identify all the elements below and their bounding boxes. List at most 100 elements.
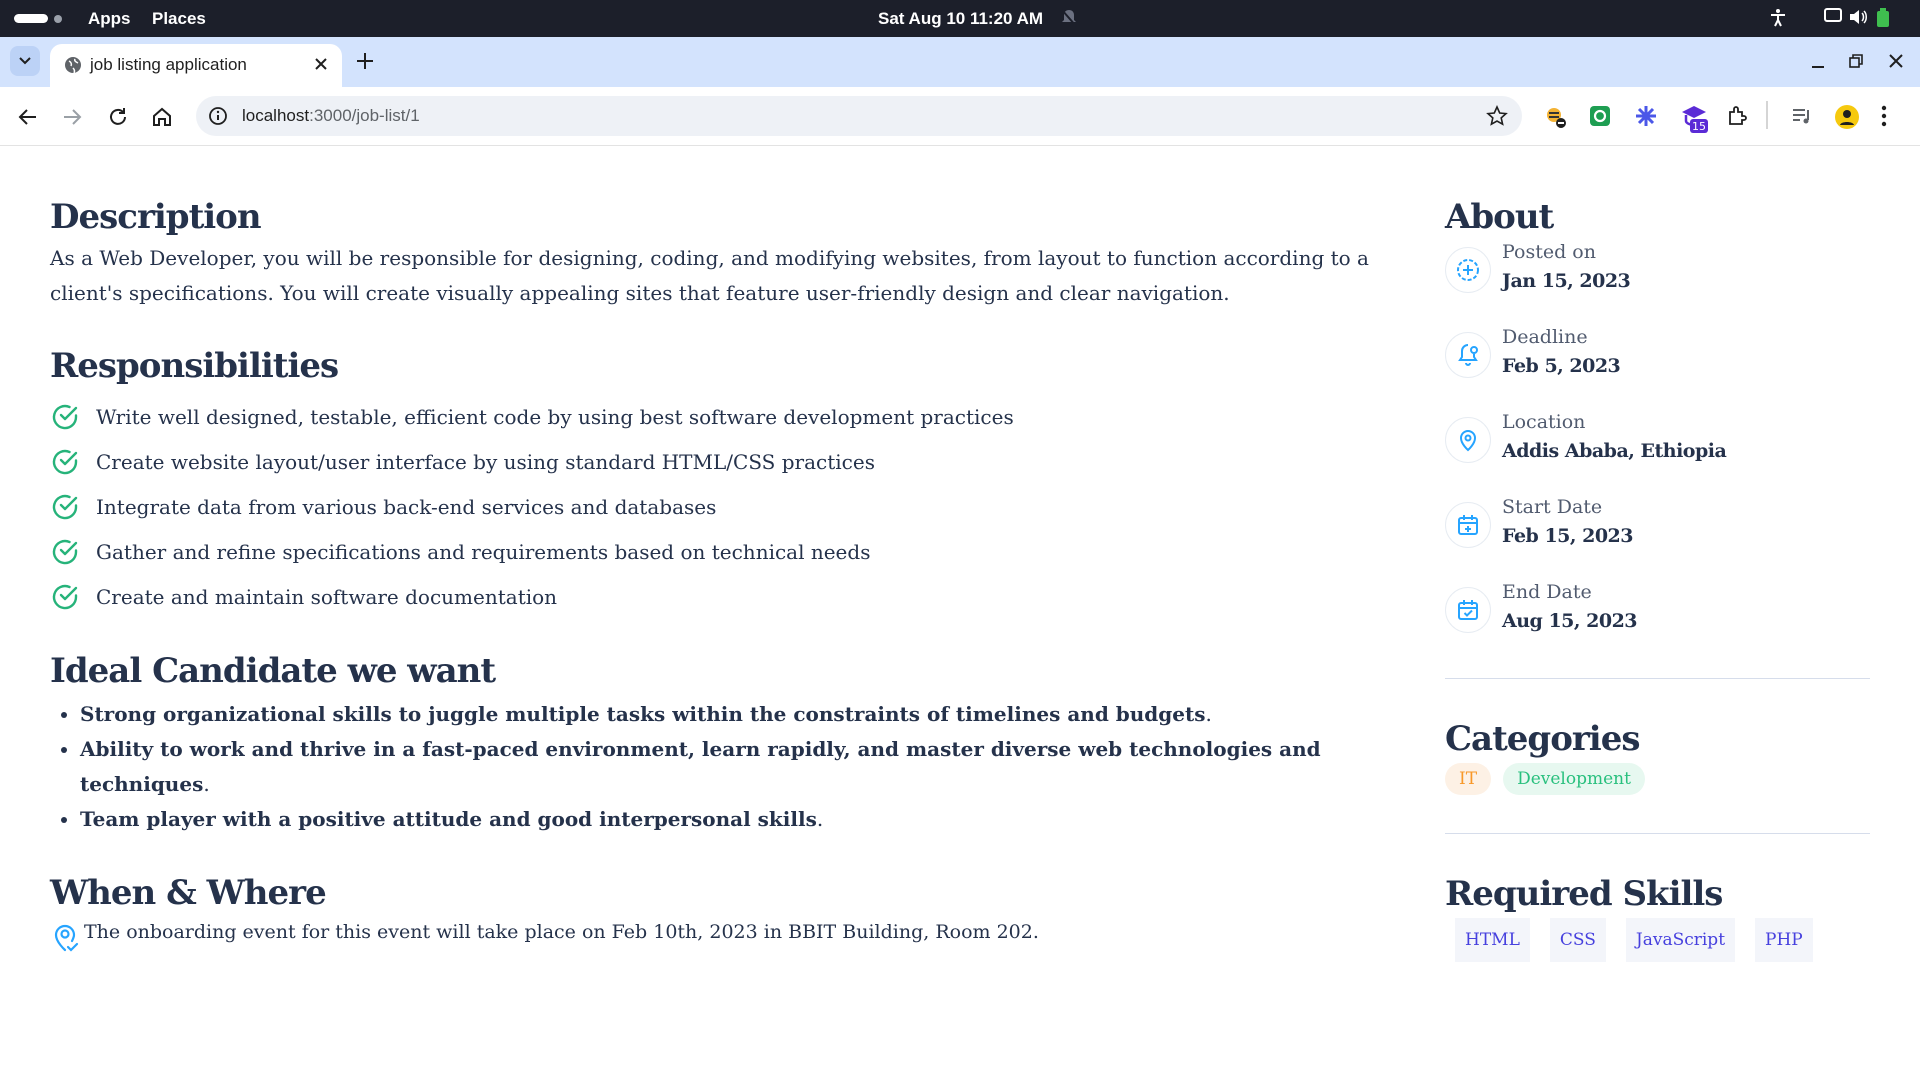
description-text: As a Web Developer, you will be responsi… (50, 246, 1369, 305)
site-info-icon[interactable] (208, 106, 228, 130)
check-circle-icon (52, 494, 78, 519)
job-main-column: Description As a Web Developer, you will… (50, 195, 1370, 953)
toolbar-divider (1766, 101, 1768, 133)
ideal-candidate-item: Strong organizational skills to juggle m… (80, 697, 1370, 732)
apps-menu[interactable]: Apps (88, 9, 131, 29)
about-value: Feb 5, 2023 (1502, 355, 1621, 377)
bookmark-star-icon[interactable] (1486, 105, 1508, 131)
about-item-start-date: Start Date Feb 15, 2023 (1445, 496, 1870, 581)
about-label: End Date (1502, 581, 1592, 603)
ideal-candidate-item: Ability to work and thrive in a fast-pac… (80, 732, 1370, 802)
ideal-candidate-item: Team player with a positive attitude and… (80, 802, 1370, 837)
responsibility-text: Create and maintain software documentati… (96, 584, 558, 609)
category-tag-it[interactable]: IT (1445, 763, 1492, 795)
ideal-candidate-text: Ability to work and thrive in a fast-pac… (80, 737, 1321, 796)
back-arrow-icon[interactable] (16, 105, 40, 133)
tab-search-button[interactable] (10, 46, 40, 76)
forward-arrow-icon[interactable] (60, 105, 84, 133)
responsibility-item: Create website layout/user interface by … (50, 439, 1370, 484)
about-label: Deadline (1502, 326, 1588, 348)
screen-icon[interactable] (1824, 8, 1842, 29)
extension-grad-cap-icon[interactable]: 15 (1680, 104, 1708, 138)
extension-star-icon[interactable] (1634, 104, 1658, 132)
extensions-puzzle-icon[interactable] (1726, 104, 1750, 132)
url-path: :3000/job-list/1 (309, 106, 420, 125)
address-bar[interactable]: localhost:3000/job-list/1 (196, 96, 1522, 136)
about-value: Addis Ababa, Ethiopia (1502, 440, 1727, 462)
ideal-candidate-period: . (1205, 702, 1212, 726)
places-menu[interactable]: Places (152, 9, 206, 29)
when-where-text: The onboarding event for this event will… (84, 921, 1039, 943)
battery-icon[interactable] (1876, 8, 1890, 33)
reload-icon[interactable] (106, 105, 130, 133)
globe-icon (64, 56, 82, 78)
responsibilities-list: Write well designed, testable, efficient… (50, 394, 1370, 619)
responsibility-item: Write well designed, testable, efficient… (50, 394, 1370, 439)
clock[interactable]: Sat Aug 10 11:20 AM (878, 9, 1043, 29)
volume-icon[interactable] (1848, 8, 1868, 31)
skill-tag-javascript[interactable]: JavaScript (1625, 918, 1736, 962)
responsibilities-heading: Responsibilities (50, 346, 339, 386)
check-circle-icon (52, 539, 78, 564)
media-queue-icon[interactable] (1790, 104, 1814, 132)
about-list: Posted on Jan 15, 2023 Deadline Feb 5, 2… (1445, 241, 1870, 666)
when-where-heading: When & Where (50, 873, 327, 913)
minimize-icon[interactable] (1808, 51, 1828, 75)
browser-toolbar: localhost:3000/job-list/1 15 (0, 87, 1920, 146)
about-value: Jan 15, 2023 (1502, 270, 1631, 292)
about-value: Aug 15, 2023 (1502, 610, 1638, 632)
plus-circle-icon (1445, 247, 1491, 293)
calendar-check-icon (1445, 587, 1491, 633)
url-host: localhost (242, 106, 310, 125)
when-where-row: The onboarding event for this event will… (50, 921, 1370, 953)
location-check-icon (54, 924, 79, 952)
close-window-icon[interactable] (1886, 51, 1906, 75)
more-menu-icon[interactable] (1880, 104, 1888, 132)
about-item-posted: Posted on Jan 15, 2023 (1445, 241, 1870, 326)
about-item-end-date: End Date Aug 15, 2023 (1445, 581, 1870, 666)
check-circle-icon (52, 584, 78, 609)
close-tab-icon[interactable] (312, 55, 330, 77)
chevron-down-icon (19, 57, 31, 65)
skill-tags: HTML CSS JavaScript PHP (1455, 918, 1870, 962)
check-circle-icon (52, 449, 78, 474)
tab-job-listing[interactable]: job listing application (50, 44, 342, 87)
about-label: Start Date (1502, 496, 1603, 518)
ideal-candidate-period: . (203, 772, 210, 796)
responsibility-text: Gather and refine specifications and req… (96, 539, 871, 564)
job-sidebar: About Posted on Jan 15, 2023 Deadline Fe… (1445, 195, 1870, 962)
home-icon[interactable] (150, 105, 174, 133)
responsibility-text: Create website layout/user interface by … (96, 449, 875, 474)
location-pin-icon (1445, 417, 1491, 463)
accessibility-icon[interactable] (1768, 8, 1788, 33)
description-heading: Description (50, 197, 262, 237)
browser-tab-strip: job listing application (0, 37, 1920, 87)
profile-avatar-icon[interactable] (1834, 104, 1860, 134)
about-heading: About (1445, 197, 1554, 237)
category-tags: IT Development (1445, 763, 1870, 795)
about-item-deadline: Deadline Feb 5, 2023 (1445, 326, 1870, 411)
url-text[interactable]: localhost:3000/job-list/1 (242, 106, 420, 126)
job-detail-page: Description As a Web Developer, you will… (0, 147, 1920, 1080)
extension-green-icon[interactable] (1588, 104, 1612, 132)
extension-badge-count: 15 (1692, 120, 1706, 133)
notifications-muted-icon (1060, 8, 1078, 33)
responsibility-item: Create and maintain software documentati… (50, 574, 1370, 619)
check-circle-icon (52, 404, 78, 429)
tab-title: job listing application (90, 55, 247, 74)
category-tag-development[interactable]: Development (1503, 763, 1645, 795)
categories-heading: Categories (1445, 719, 1640, 759)
bell-icon (1445, 332, 1491, 378)
skill-tag-html[interactable]: HTML (1455, 918, 1530, 962)
restore-icon[interactable] (1846, 51, 1866, 75)
about-label: Posted on (1502, 241, 1596, 263)
activities-indicator[interactable] (14, 14, 62, 23)
new-tab-plus-icon[interactable] (354, 50, 376, 76)
responsibility-item: Gather and refine specifications and req… (50, 529, 1370, 574)
ideal-candidate-period: . (816, 807, 824, 831)
skill-tag-php[interactable]: PHP (1755, 918, 1813, 962)
system-top-bar: Apps Places Sat Aug 10 11:20 AM (0, 0, 1920, 37)
extension-bee-icon[interactable] (1542, 104, 1568, 134)
skill-tag-css[interactable]: CSS (1549, 918, 1606, 962)
ideal-candidate-heading: Ideal Candidate we want (50, 651, 496, 691)
